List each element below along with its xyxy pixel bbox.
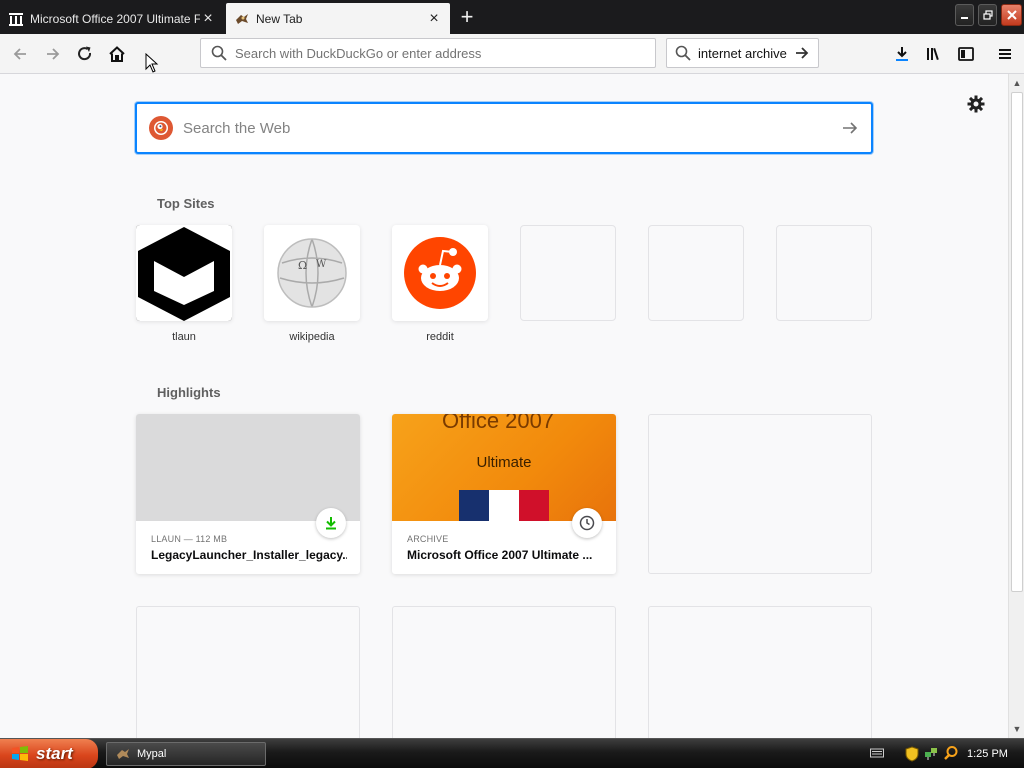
navigation-toolbar: Search with DuckDuckGo or enter address … [0,34,1024,74]
search-bar-value: internet archive [698,45,787,61]
highlight-title: Microsoft Office 2007 Ultimate ... [407,548,593,562]
empty-top-site-tile[interactable] [520,225,616,321]
highlight-context: ARCHIVE [407,534,449,544]
taskbar: start Mypal 1:25 PM [0,738,1024,768]
empty-top-site-tile[interactable] [648,225,744,321]
archive-building-icon [8,11,24,27]
thumb-subtitle: Ultimate [476,454,532,471]
empty-highlight-card [648,414,872,574]
network-icon[interactable] [923,746,939,765]
empty-tile [776,225,872,321]
web-search-input[interactable]: Search the Web [135,102,873,154]
highlight-card[interactable]: Office 2007 Ultimate ARCHIVE Microsoft O… [392,414,616,574]
search-submit-arrow-icon[interactable] [841,119,859,137]
highlight-thumbnail [136,414,360,521]
tab-office-2007[interactable]: Microsoft Office 2007 Ultimate FR × [0,3,224,34]
home-icon [109,46,125,62]
gear-icon[interactable] [966,94,986,114]
close-tab-icon[interactable]: × [200,10,216,27]
top-site-tile[interactable]: tlaun [136,225,232,343]
search-icon [211,45,227,61]
search-bar[interactable]: internet archive [666,38,819,68]
empty-highlight-card [648,606,872,738]
tab-title: New Tab [256,11,303,26]
system-tray: 1:25 PM [860,739,1024,768]
hamburger-menu-icon [999,49,1011,59]
back-arrow-icon [13,48,26,60]
library-button[interactable] [918,38,950,70]
go-arrow-icon[interactable] [794,45,810,61]
reload-button[interactable] [69,38,101,70]
top-site-label: tlaun [172,331,196,343]
mypal-logo-icon [234,11,250,27]
address-bar[interactable]: Search with DuckDuckGo or enter address [200,38,656,68]
top-sites-title: Top Sites [157,196,215,211]
home-button[interactable] [101,38,133,70]
top-site-label: wikipedia [289,331,335,343]
highlights-title: Highlights [157,385,221,400]
top-site-tile[interactable]: reddit [392,225,488,343]
mouse-cursor-icon [142,52,162,74]
search-tray-icon[interactable] [943,745,959,764]
tab-new-tab[interactable]: New Tab × [226,3,450,34]
tlaun-logo-icon [136,225,232,321]
thumb-title: Office 2007 [442,414,555,433]
sidebar-icon [958,47,974,61]
library-icon [927,47,939,61]
empty-top-site-tile[interactable] [776,225,872,321]
reload-icon [78,46,92,61]
start-label: start [36,744,73,763]
clock: 1:25 PM [967,748,1008,760]
highlight-title: LegacyLauncher_Installer_legacy... [151,548,347,562]
tab-bar: Microsoft Office 2007 Ultimate FR × New … [0,0,1024,34]
highlight-context: LLAUN — 112 MB [151,534,228,544]
windows-logo-icon [12,746,28,761]
minimize-button[interactable] [955,4,974,26]
french-flag-icon [459,490,549,521]
download-icon [896,47,908,61]
top-site-label: reddit [426,331,454,343]
empty-tile [520,225,616,321]
menu-button[interactable] [989,38,1021,70]
forward-arrow-icon [47,48,60,60]
clock-icon [572,508,602,538]
forward-button[interactable] [37,38,69,70]
mypal-logo-icon [117,749,129,759]
page-scrollbar[interactable]: ▲ ▼ [1008,74,1024,738]
security-shield-icon[interactable] [905,746,919,765]
start-button[interactable]: start [0,739,98,768]
keyboard-icon[interactable] [870,747,884,762]
taskbar-item-mypal[interactable]: Mypal [106,742,266,766]
scrollbar-thumb[interactable] [1011,92,1023,592]
wikipedia-globe-icon: ΩW [264,225,360,321]
svg-text:Ω: Ω [298,259,307,272]
tab-title: Microsoft Office 2007 Ultimate FR [30,11,200,26]
highlight-thumbnail: Office 2007 Ultimate [392,414,616,521]
web-search-placeholder: Search the Web [183,119,291,137]
scroll-down-arrow-icon[interactable]: ▼ [1010,722,1024,736]
sidebar-button[interactable] [950,38,982,70]
task-label: Mypal [137,748,167,760]
close-tab-icon[interactable]: × [426,10,442,27]
address-placeholder: Search with DuckDuckGo or enter address [235,45,482,61]
search-icon [675,45,691,61]
reddit-alien-icon [392,225,488,321]
empty-highlight-card [136,606,360,738]
download-icon [316,508,346,538]
restore-button[interactable] [978,4,997,26]
downloads-button[interactable] [886,38,918,70]
highlight-card[interactable]: LLAUN — 112 MB LegacyLauncher_Installer_… [136,414,360,574]
duckduckgo-logo-icon [149,116,173,140]
back-button[interactable] [4,38,36,70]
svg-text:W: W [316,259,327,270]
new-tab-button[interactable]: + [456,4,478,29]
empty-tile [648,225,744,321]
close-window-button[interactable] [1001,4,1022,26]
new-tab-page: Search the Web Top Sites tlaun ΩW wikipe… [0,74,1008,738]
top-site-tile[interactable]: ΩW wikipedia [264,225,360,343]
scroll-up-arrow-icon[interactable]: ▲ [1010,76,1024,90]
empty-highlight-card [392,606,616,738]
